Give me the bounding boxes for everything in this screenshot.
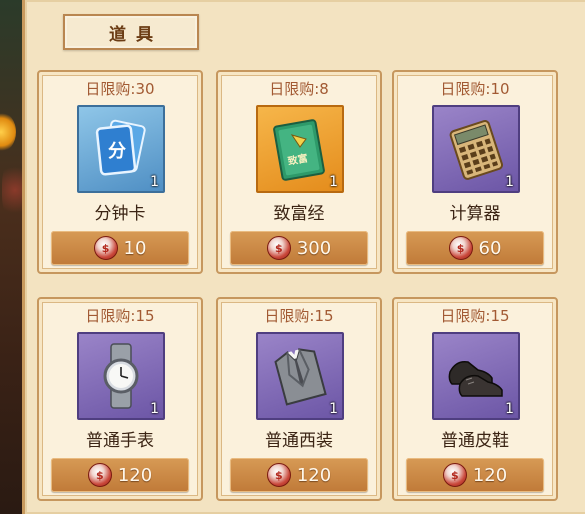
buy-button[interactable]: $ 120 xyxy=(230,458,368,492)
item-price: 10 xyxy=(123,237,147,259)
currency-coin-icon: $ xyxy=(93,236,118,260)
currency-coin-icon: $ xyxy=(442,463,467,487)
item-card-wealth-book[interactable]: 日限购:8 致富 1 致富经 $ 300 xyxy=(216,70,382,274)
daily-limit-label: 日限购:10 xyxy=(440,80,510,98)
item-quantity: 1 xyxy=(329,174,338,190)
item-card-wristwatch[interactable]: 日限购:15 1 普通手表 $ 120 xyxy=(37,297,203,501)
item-icon-box: 分 1 xyxy=(77,105,165,193)
item-quantity: 1 xyxy=(505,174,514,190)
currency-coin-icon: $ xyxy=(266,236,291,260)
item-icon-box: 1 xyxy=(432,332,520,420)
minute-card-glyph: 分 xyxy=(108,141,126,162)
item-name: 分钟卡 xyxy=(94,204,146,224)
item-price: 120 xyxy=(296,464,332,486)
currency-coin-icon: $ xyxy=(448,236,473,260)
item-price: 120 xyxy=(472,464,508,486)
buy-button[interactable]: $ 10 xyxy=(51,231,189,265)
item-quantity: 1 xyxy=(150,401,159,417)
daily-limit-label: 日限购:8 xyxy=(269,80,329,98)
item-card-suit[interactable]: 日限购:15 1 普通西装 $ 120 xyxy=(216,297,382,501)
buy-button[interactable]: $ 120 xyxy=(51,458,189,492)
item-name: 计算器 xyxy=(449,204,501,224)
item-name: 普通皮鞋 xyxy=(441,431,509,451)
item-icon-box: 致富 1 xyxy=(256,105,344,193)
item-price: 300 xyxy=(296,237,332,259)
tab-props[interactable]: 道具 xyxy=(63,14,199,50)
daily-limit-label: 日限购:15 xyxy=(85,307,155,325)
item-quantity: 1 xyxy=(329,401,338,417)
item-name: 普通手表 xyxy=(86,431,154,451)
wristwatch-icon xyxy=(103,343,139,409)
leather-shoes-icon xyxy=(448,360,503,397)
item-name: 致富经 xyxy=(273,204,325,224)
item-quantity: 1 xyxy=(505,401,514,417)
item-icon-box: 1 xyxy=(77,332,165,420)
item-card-minute-card[interactable]: 日限购:30 分 1 分钟卡 $ 10 xyxy=(37,70,203,274)
item-card-calculator[interactable]: 日限购:10 1 计算器 $ 60 xyxy=(392,70,558,274)
currency-coin-icon: $ xyxy=(87,463,112,487)
glowing-orb-icon xyxy=(0,112,16,152)
tab-props-label: 道具 xyxy=(109,24,163,45)
item-card-leather-shoes[interactable]: 日限购:15 1 普通皮鞋 $ 120 xyxy=(392,297,558,501)
calculator-icon xyxy=(449,120,504,180)
buy-button[interactable]: $ 120 xyxy=(406,458,544,492)
item-price: 120 xyxy=(117,464,153,486)
item-price: 60 xyxy=(478,237,502,259)
minute-card-icon: 分 xyxy=(95,119,146,176)
daily-limit-label: 日限购:30 xyxy=(85,80,155,98)
currency-coin-icon: $ xyxy=(266,463,291,487)
daily-limit-label: 日限购:15 xyxy=(440,307,510,325)
item-name: 普通西装 xyxy=(265,431,333,451)
item-quantity: 1 xyxy=(150,174,159,190)
suit-icon xyxy=(274,348,327,406)
buy-button[interactable]: $ 60 xyxy=(406,231,544,265)
item-icon-box: 1 xyxy=(432,105,520,193)
daily-limit-label: 日限购:15 xyxy=(264,307,334,325)
buy-button[interactable]: $ 300 xyxy=(230,231,368,265)
wealth-book-icon: 致富 xyxy=(273,119,325,181)
item-icon-box: 1 xyxy=(256,332,344,420)
